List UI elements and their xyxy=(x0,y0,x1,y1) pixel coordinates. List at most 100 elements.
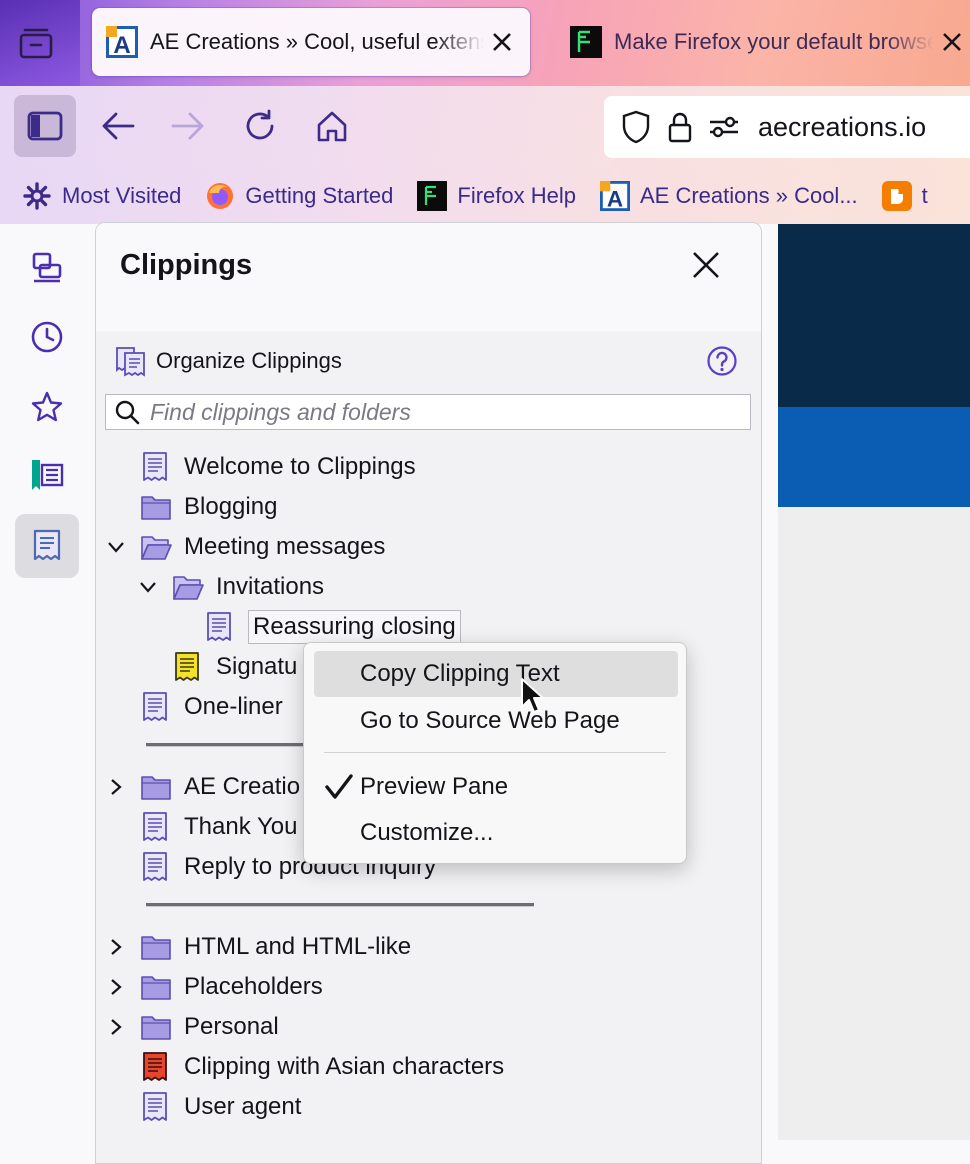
tracking-protection-button[interactable] xyxy=(616,107,656,147)
reading-list-icon xyxy=(32,460,64,490)
menu-item-preview-pane[interactable]: Preview Pane xyxy=(314,764,678,810)
star-icon xyxy=(31,391,63,422)
tree-item[interactable]: Invitations xyxy=(140,567,325,607)
mouse-cursor-icon xyxy=(521,678,544,713)
permissions-button[interactable] xyxy=(704,107,744,147)
panel-header: Clippings xyxy=(96,223,761,331)
folder-icon xyxy=(141,496,171,520)
ae-creations-icon: A xyxy=(106,26,138,58)
back-button[interactable] xyxy=(88,96,148,156)
bookmark-blogger[interactable]: t xyxy=(881,181,928,211)
tree-item-label: Blogging xyxy=(184,493,278,520)
clipping-icon xyxy=(207,612,231,641)
close-sidebar-button[interactable] xyxy=(686,245,726,285)
tab-overview-button[interactable] xyxy=(18,26,54,60)
tree-item-label: User agent xyxy=(184,1093,302,1120)
nav-toolbar: aecreations.io xyxy=(0,86,970,168)
menu-item-label: Go to Source Web Page xyxy=(360,707,620,734)
tree-item[interactable]: Thank You xyxy=(140,807,297,847)
home-button[interactable] xyxy=(302,96,362,156)
tree-item[interactable]: Clipping with Asian characters xyxy=(140,1047,504,1087)
chevron-right-icon[interactable] xyxy=(106,777,126,797)
checkmark-icon xyxy=(325,774,353,799)
tree-item-label: Placeholders xyxy=(184,973,323,1000)
clipping-icon xyxy=(143,852,167,881)
tree-item[interactable]: User agent xyxy=(140,1087,301,1127)
organize-clippings-button[interactable]: Organize Clippings xyxy=(114,343,342,379)
tree-item-label-selected: Reassuring closing xyxy=(248,610,461,644)
folder-icon xyxy=(141,936,171,960)
page-background xyxy=(778,507,970,1140)
tab-strip: A AE Creations » Cool, useful extensions… xyxy=(0,0,970,86)
tree-item[interactable]: Personal xyxy=(111,1007,279,1047)
search-input[interactable] xyxy=(148,397,732,427)
bookmark-label: t xyxy=(921,183,928,208)
close-icon xyxy=(493,33,511,51)
chevron-right-icon[interactable] xyxy=(106,1017,126,1037)
folder-icon xyxy=(141,976,171,1000)
url-text: aecreations.io xyxy=(758,111,927,142)
shield-icon xyxy=(622,110,650,144)
forward-button[interactable] xyxy=(158,96,218,156)
ae-creations-icon: A xyxy=(600,181,630,211)
page-nav-band xyxy=(778,407,970,507)
menu-item-label: Customize... xyxy=(360,819,494,846)
tree-item[interactable]: Blogging xyxy=(140,487,277,527)
home-icon xyxy=(317,111,347,142)
search-box[interactable] xyxy=(105,394,751,430)
history-button[interactable] xyxy=(15,305,79,369)
chevron-down-icon[interactable] xyxy=(138,577,158,597)
bookmark-firefox-help[interactable]: Firefox Help xyxy=(417,181,576,211)
menu-item-copy-clipping-text[interactable]: Copy Clipping Text xyxy=(314,651,678,697)
arrow-left-icon xyxy=(102,112,135,140)
tree-item[interactable]: Welcome to Clippings xyxy=(140,447,416,487)
firefox-icon xyxy=(205,181,235,211)
tree-item[interactable]: Meeting messages xyxy=(108,527,386,567)
site-security-button[interactable] xyxy=(660,107,700,147)
tab-overview-icon xyxy=(19,28,53,59)
folder-icon xyxy=(141,776,171,800)
sidebar-toggle-button[interactable] xyxy=(14,95,76,157)
tree-item-label: Meeting messages xyxy=(184,533,386,560)
url-bar[interactable]: aecreations.io xyxy=(604,96,970,158)
bookmark-getting-started[interactable]: Getting Started xyxy=(205,181,393,211)
tree-item[interactable]: Placeholders xyxy=(111,967,323,1007)
clippings-sidebar-button[interactable] xyxy=(15,514,79,578)
synced-tabs-icon xyxy=(32,252,62,283)
folder-open-icon xyxy=(173,576,204,600)
menu-item-customize[interactable]: Customize... xyxy=(314,810,678,856)
bookmarks-button[interactable] xyxy=(15,375,79,439)
reading-list-button[interactable] xyxy=(15,443,79,507)
help-icon[interactable] xyxy=(706,345,738,377)
panel-title: Clippings xyxy=(120,249,253,281)
folder-icon xyxy=(141,1016,171,1040)
tree-item[interactable]: One-liner xyxy=(140,687,283,727)
reload-icon xyxy=(246,109,274,140)
sidebar-icon xyxy=(27,111,63,141)
clipping-icon xyxy=(143,1092,167,1121)
bookmarks-toolbar: Most Visited Getting Started Firefox Hel… xyxy=(0,168,970,224)
tab-close-button[interactable] xyxy=(484,24,520,60)
tree-item-label: Thank You xyxy=(184,813,298,840)
clipping-yellow-icon xyxy=(175,652,199,681)
reload-button[interactable] xyxy=(230,96,290,156)
bookmark-most-visited[interactable]: Most Visited xyxy=(22,181,181,211)
chevron-down-icon[interactable] xyxy=(106,537,126,557)
menu-item-go-to-source[interactable]: Go to Source Web Page xyxy=(314,698,678,744)
bookmark-ae-creations[interactable]: A AE Creations » Cool... xyxy=(600,181,858,211)
tab-default-browser[interactable]: Make Firefox your default browser xyxy=(556,8,970,76)
tree-item[interactable]: HTML and HTML-like xyxy=(111,927,412,967)
close-icon xyxy=(693,252,719,278)
tree-item[interactable]: Reassuring closing xyxy=(204,607,461,647)
tree-item-label: HTML and HTML-like xyxy=(184,933,412,960)
synced-tabs-button[interactable] xyxy=(15,236,79,300)
chevron-right-icon[interactable] xyxy=(106,937,126,957)
tree-item-label: Invitations xyxy=(216,573,325,600)
tab-ae-creations[interactable]: A AE Creations » Cool, useful extensions xyxy=(92,8,530,76)
tab-close-button[interactable] xyxy=(934,24,970,60)
organize-icon xyxy=(116,347,145,377)
chevron-right-icon[interactable] xyxy=(106,977,126,997)
tree-item[interactable]: Signatu xyxy=(172,647,297,687)
firefox-help-icon xyxy=(570,26,602,58)
tree-item[interactable]: AE Creatio xyxy=(111,767,300,807)
